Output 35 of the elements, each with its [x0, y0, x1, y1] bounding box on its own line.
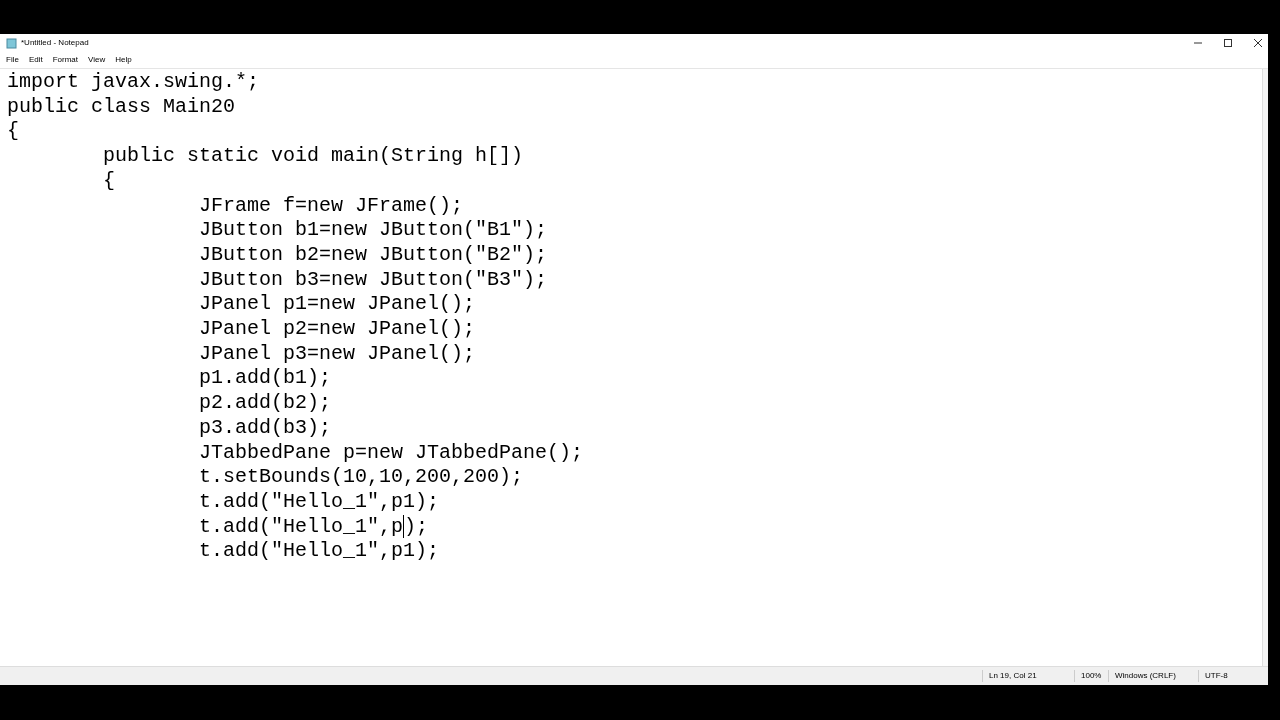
close-icon[interactable]	[1254, 39, 1262, 47]
scrollbar[interactable]	[1262, 69, 1268, 666]
code-line: {	[102, 168, 116, 194]
code-line: JButton b3=new JButton("B3");	[198, 267, 548, 293]
code-line: JButton b1=new JButton("B1");	[198, 218, 548, 243]
minimize-icon[interactable]	[1194, 39, 1202, 47]
code-line: {	[7, 119, 19, 145]
maximize-icon[interactable]	[1224, 39, 1232, 47]
menu-item[interactable]: View	[83, 54, 111, 66]
code-line: JPanel p2=new JPanel();	[198, 317, 476, 342]
menu-item[interactable]: File	[1, 54, 24, 66]
code-line: t.setBounds(10,10,200,200);	[198, 465, 524, 490]
code-line: p1.add(b1);	[198, 366, 332, 392]
status-text: UTF-8	[1198, 670, 1260, 682]
code-line: p2.add(b2);	[198, 391, 332, 416]
code-line: public static void main(String h[])	[102, 144, 524, 169]
code-line: JTabbedPane p=new JTabbedPane();	[198, 440, 584, 466]
code-line: t.add("Hello_1",p1);	[198, 539, 440, 565]
code-line: JPanel p1=new JPanel();	[198, 292, 476, 318]
window-title: *Untitled - Notepad	[21, 37, 89, 49]
status-text: Windows (CRLF)	[1108, 670, 1198, 682]
code-line: JButton b2=new JButton("B2");	[198, 242, 548, 268]
menu-item[interactable]: Help	[110, 54, 137, 66]
code-line: t.add("Hello_1",p);	[198, 514, 429, 540]
code-line: public class Main20	[7, 94, 236, 120]
menu-item[interactable]: Format	[47, 54, 84, 66]
code-line: JPanel p3=new JPanel();	[198, 341, 476, 367]
code-line: t.add("Hello_1",p1);	[198, 489, 440, 515]
menu-item[interactable]: Edit	[23, 54, 48, 66]
status-text: Ln 19, Col 21	[982, 670, 1074, 682]
code-line: import javax.swing.*;	[7, 70, 260, 95]
notepad-icon	[6, 37, 17, 49]
status-text: 100%	[1074, 670, 1108, 682]
code-line: JFrame f=new JFrame();	[198, 193, 464, 219]
code-line: p3.add(b3);	[198, 415, 332, 441]
